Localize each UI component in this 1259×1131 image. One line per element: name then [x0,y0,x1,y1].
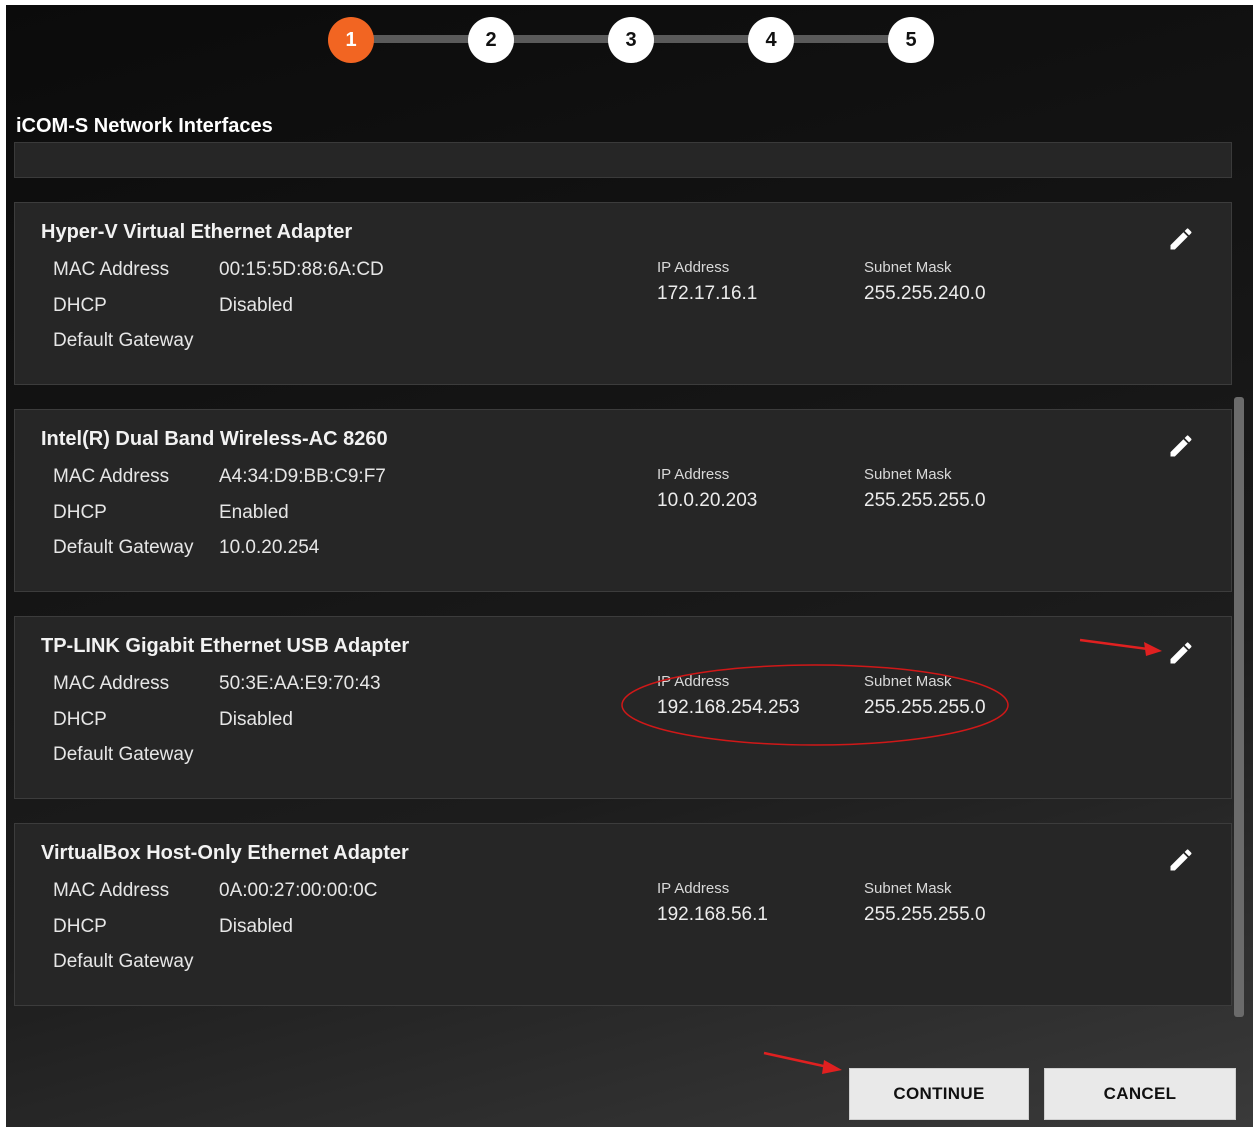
subnet-value: 255.255.255.0 [864,904,986,925]
scrollbar[interactable] [1234,397,1244,1017]
dhcp-value: Disabled [219,916,293,937]
mac-value: 0A:00:27:00:00:0C [219,880,378,901]
pencil-icon [1170,642,1192,664]
adapter-name: VirtualBox Host-Only Ethernet Adapter [41,842,409,864]
gateway-label: Default Gateway [53,537,194,558]
dhcp-value: Disabled [219,295,293,316]
dhcp-label: DHCP [53,502,107,523]
subnet-label: Subnet Mask [864,880,952,897]
ip-label: IP Address [657,880,730,897]
wizard-stepper: 1 2 3 4 5 [6,5,1253,85]
dhcp-label: DHCP [53,709,107,730]
adapter-name: Intel(R) Dual Band Wireless-AC 8260 [41,428,388,450]
subnet-value: 255.255.240.0 [864,283,986,304]
ip-value: 172.17.16.1 [657,283,758,304]
mac-label: MAC Address [53,466,170,487]
ip-label: IP Address [657,673,730,690]
continue-button[interactable]: CONTINUE [849,1068,1029,1120]
gateway-label: Default Gateway [53,330,194,351]
section-title: iCOM-S Network Interfaces [16,115,273,137]
gateway-label: Default Gateway [53,744,194,765]
dhcp-label: DHCP [53,916,107,937]
mac-label: MAC Address [53,880,170,901]
edit-button[interactable] [1165,637,1197,669]
subnet-value: 255.255.255.0 [864,490,986,511]
ip-value: 10.0.20.203 [657,490,758,511]
step-4[interactable]: 4 [748,17,794,63]
gateway-label: Default Gateway [53,951,194,972]
subnet-label: Subnet Mask [864,466,952,483]
cancel-button[interactable]: CANCEL [1044,1068,1236,1120]
subnet-value: 255.255.255.0 [864,697,986,718]
dhcp-value: Disabled [219,709,293,730]
adapter-card: Hyper-V Virtual Ethernet Adapter MAC Add… [14,202,1232,385]
adapter-card: TP-LINK Gigabit Ethernet USB Adapter MAC… [14,616,1232,799]
ip-value: 192.168.254.253 [657,697,800,718]
adapter-card: Intel(R) Dual Band Wireless-AC 8260 MAC … [14,409,1232,592]
wizard-window: 1 2 3 4 5 iCOM-S Network Interfaces Hype… [6,5,1253,1127]
step-2[interactable]: 2 [468,17,514,63]
pencil-icon [1170,849,1192,871]
pencil-icon [1170,228,1192,250]
dhcp-value: Enabled [219,502,289,523]
adapter-name: TP-LINK Gigabit Ethernet USB Adapter [41,635,410,657]
mac-value: A4:34:D9:BB:C9:F7 [219,466,386,487]
adapter-card: VirtualBox Host-Only Ethernet Adapter MA… [14,823,1232,1006]
adapter-card-partial [14,142,1232,178]
pencil-icon [1170,435,1192,457]
gateway-value: 10.0.20.254 [219,537,320,558]
adapter-name: Hyper-V Virtual Ethernet Adapter [41,221,353,243]
step-5[interactable]: 5 [888,17,934,63]
step-1[interactable]: 1 [328,17,374,63]
subnet-label: Subnet Mask [864,673,952,690]
ip-label: IP Address [657,466,730,483]
mac-value: 50:3E:AA:E9:70:43 [219,673,381,694]
edit-button[interactable] [1165,430,1197,462]
mac-label: MAC Address [53,259,170,280]
edit-button[interactable] [1165,844,1197,876]
ip-label: IP Address [657,259,730,276]
edit-button[interactable] [1165,223,1197,255]
ip-value: 192.168.56.1 [657,904,768,925]
mac-value: 00:15:5D:88:6A:CD [219,259,384,280]
dhcp-label: DHCP [53,295,107,316]
mac-label: MAC Address [53,673,170,694]
step-3[interactable]: 3 [608,17,654,63]
subnet-label: Subnet Mask [864,259,952,276]
